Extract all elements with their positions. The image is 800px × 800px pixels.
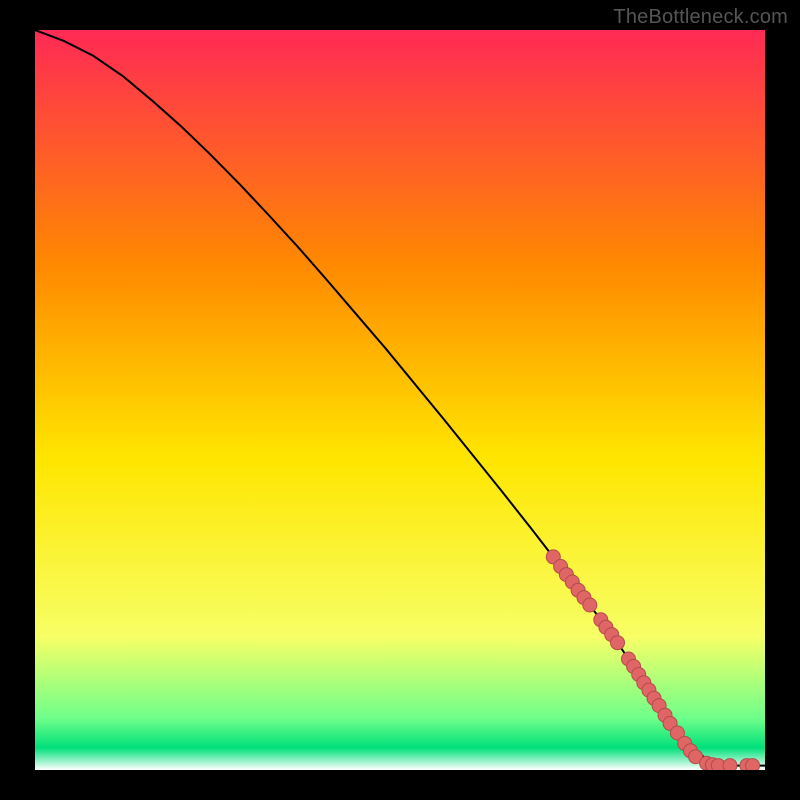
data-marker [583, 598, 597, 612]
data-marker [723, 759, 737, 770]
chart-stage: TheBottleneck.com [0, 0, 800, 800]
plot-area [35, 30, 765, 770]
watermark-text: TheBottleneck.com [613, 6, 788, 29]
gradient-background [35, 30, 765, 770]
data-marker [746, 759, 760, 770]
chart-svg [35, 30, 765, 770]
data-marker [611, 636, 625, 650]
